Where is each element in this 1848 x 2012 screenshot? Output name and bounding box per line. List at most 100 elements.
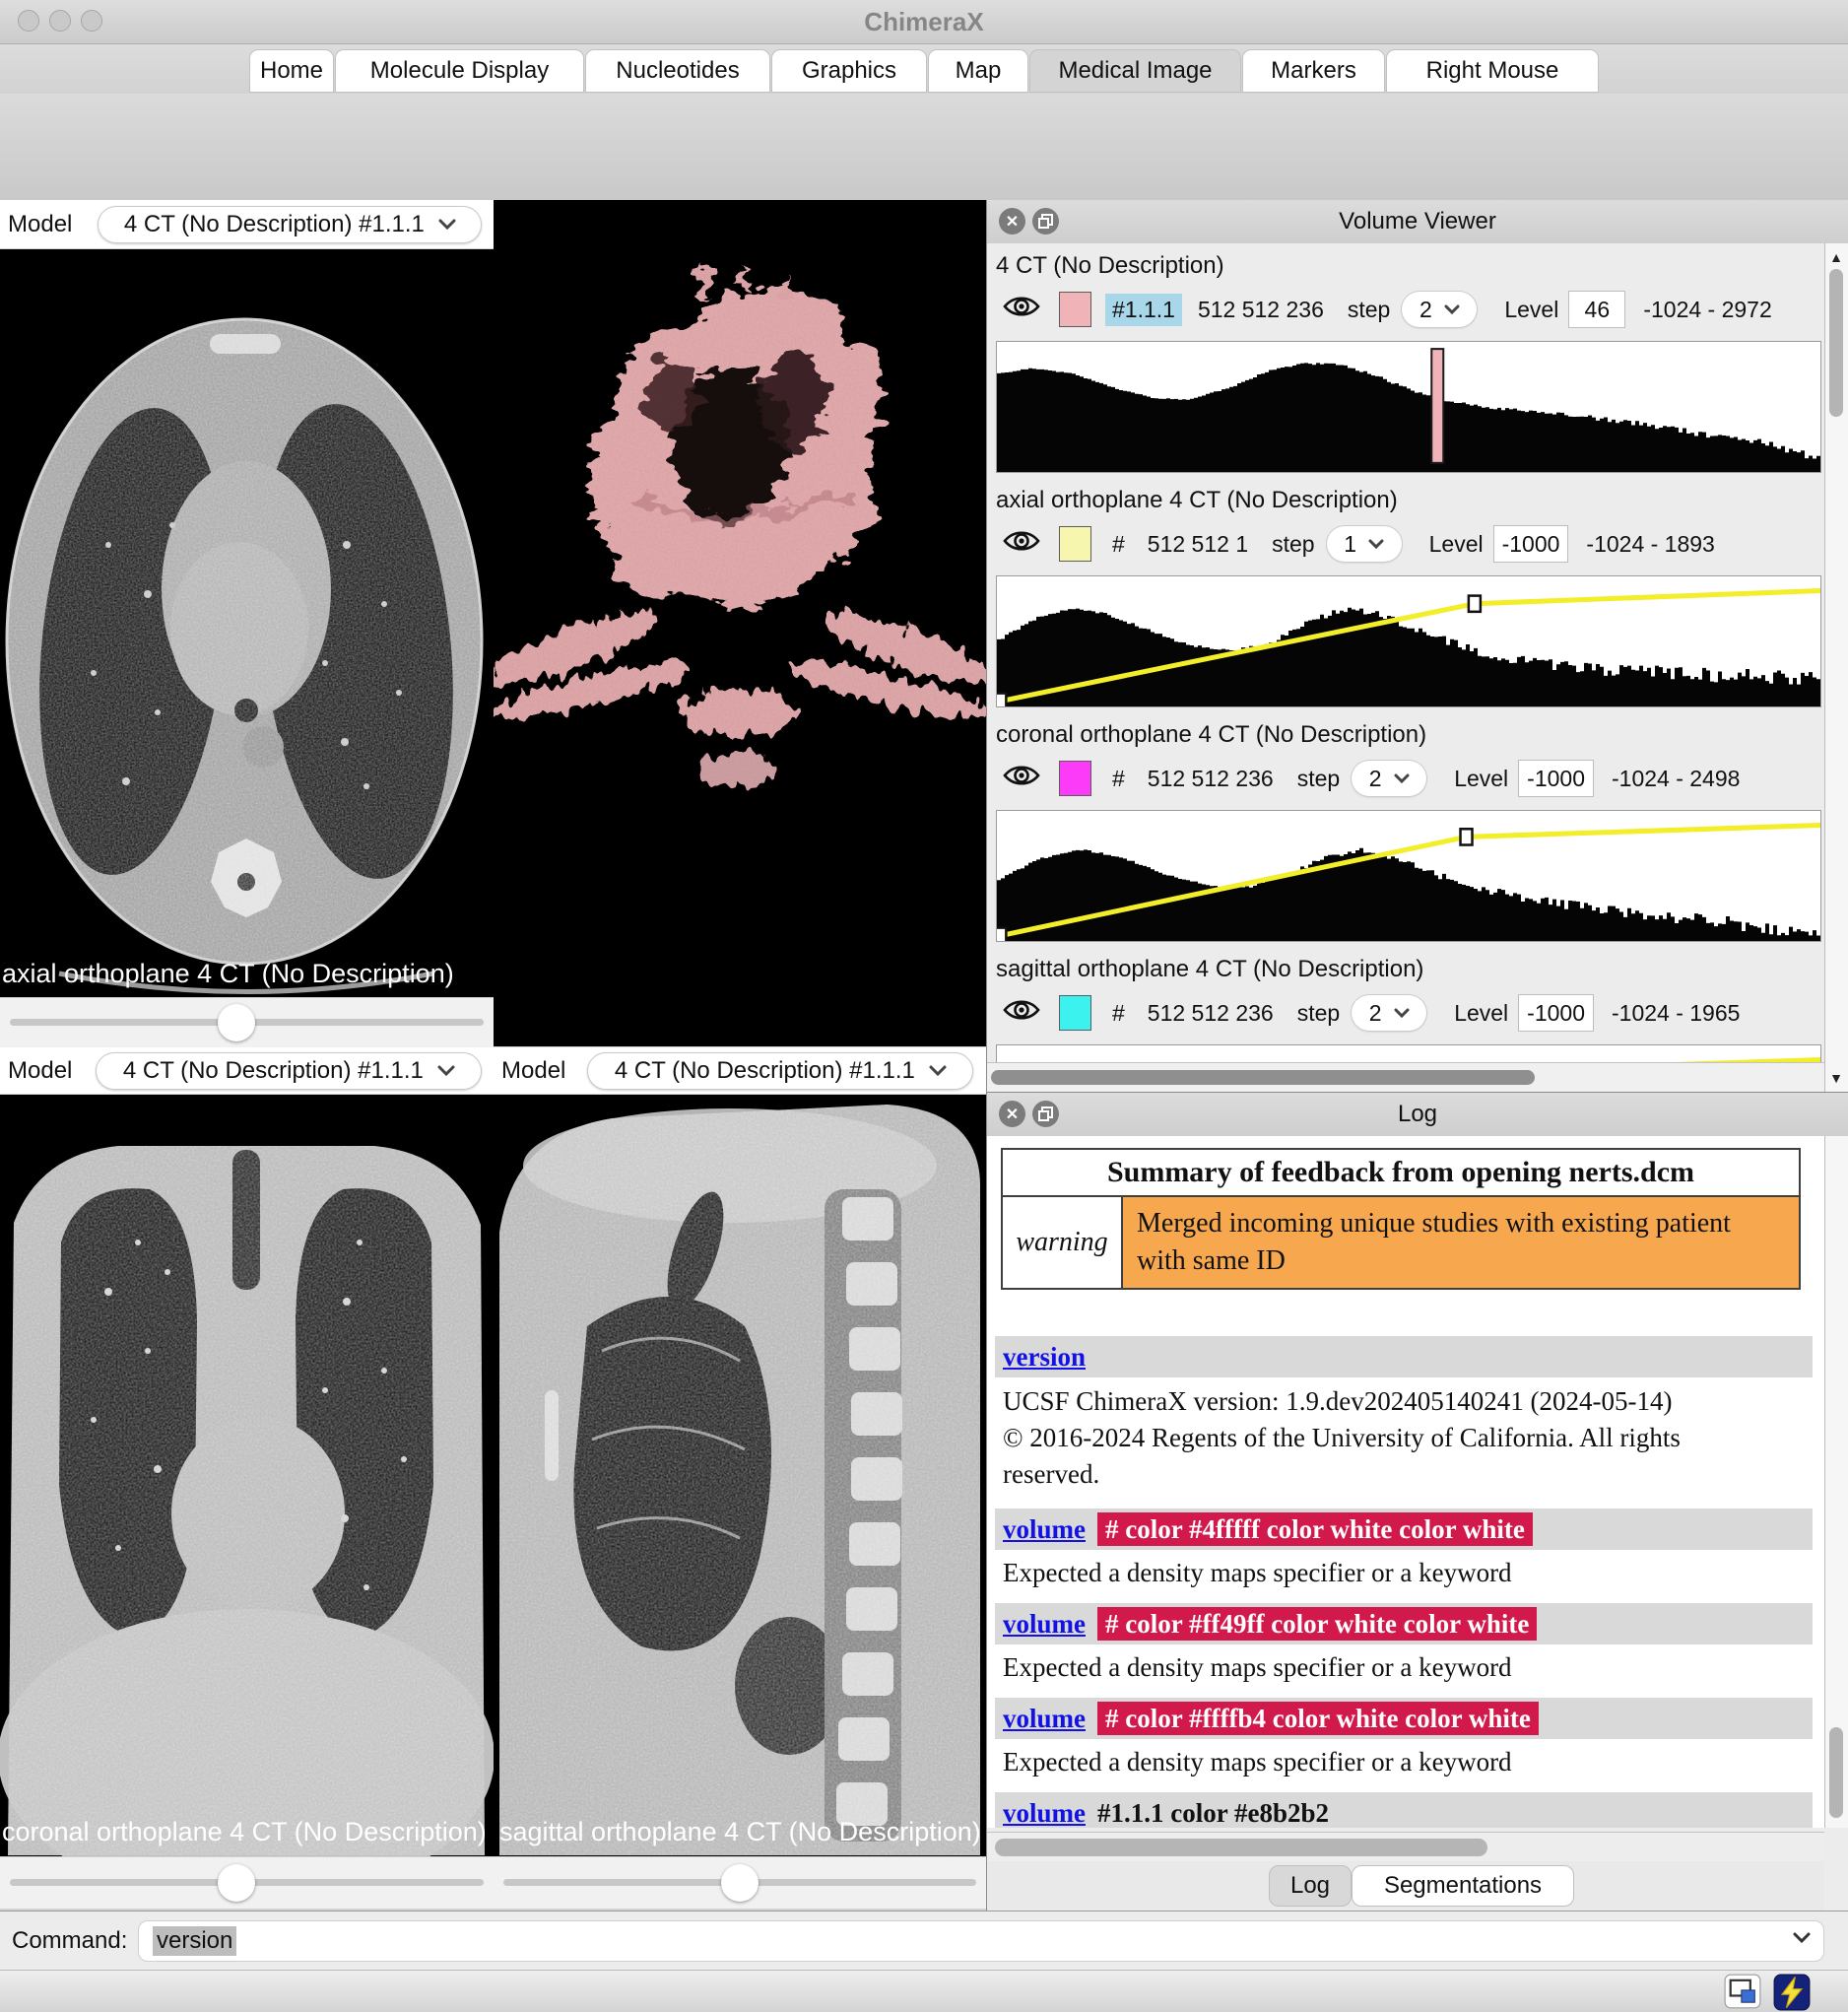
tab-markers[interactable]: Markers bbox=[1242, 49, 1385, 93]
command-help-link[interactable]: volume bbox=[1003, 1609, 1086, 1639]
screen-panels-icon[interactable] bbox=[1724, 1974, 1761, 2012]
color-swatch[interactable] bbox=[1059, 995, 1091, 1031]
panel-tab-segmentations[interactable]: Segmentations bbox=[1352, 1865, 1574, 1907]
color-swatch[interactable] bbox=[1059, 761, 1091, 796]
level-input[interactable]: -1000 bbox=[1518, 760, 1594, 797]
volume-group-controls: #512 512 236step2Level-1000-1024 - 2498 bbox=[996, 755, 1821, 802]
histogram-plot[interactable] bbox=[997, 1045, 1820, 1062]
tab-map[interactable]: Map bbox=[928, 49, 1028, 93]
coronal-slice-slider[interactable] bbox=[0, 1856, 494, 1909]
panel-tab-log[interactable]: Log bbox=[1269, 1865, 1352, 1907]
command-input[interactable]: version bbox=[138, 1920, 1824, 1962]
step-select[interactable]: 2 bbox=[1352, 995, 1426, 1031]
volume-viewer-horizontal-scrollbar[interactable] bbox=[987, 1062, 1824, 1092]
slider-thumb[interactable] bbox=[218, 1864, 255, 1902]
tab-medical-image[interactable]: Medical Image bbox=[1029, 49, 1241, 93]
ribbon-toolbar: yx» bbox=[0, 94, 1848, 201]
command-help-link[interactable]: volume bbox=[1003, 1798, 1086, 1828]
slider-thumb[interactable] bbox=[218, 1004, 255, 1041]
log-header: ✕ Log bbox=[987, 1093, 1848, 1137]
tab-right-mouse[interactable]: Right Mouse bbox=[1386, 49, 1599, 93]
step-value: 1 bbox=[1344, 531, 1356, 558]
log-horizontal-scrollbar[interactable] bbox=[987, 1832, 1824, 1861]
log-command-line: volume # color #4fffff color white color … bbox=[995, 1509, 1813, 1550]
model-id[interactable]: # bbox=[1105, 763, 1132, 795]
axial-caption: axial orthoplane 4 CT (No Description) bbox=[2, 959, 492, 989]
volume-3d-viewport[interactable] bbox=[494, 200, 986, 1046]
visibility-toggle[interactable] bbox=[1002, 293, 1041, 326]
command-arguments: #1.1.1 color #e8b2b2 bbox=[1097, 1798, 1329, 1828]
chevron-down-icon[interactable] bbox=[1792, 1931, 1812, 1944]
histogram[interactable] bbox=[996, 575, 1821, 707]
log-content[interactable]: Summary of feedback from opening nerts.d… bbox=[987, 1136, 1824, 1828]
tab-home[interactable]: Home bbox=[249, 49, 334, 93]
scrollbar-thumb[interactable] bbox=[1829, 269, 1843, 417]
scrollbar-thumb[interactable] bbox=[991, 1070, 1535, 1085]
volume-group-list: 4 CT (No Description)#1.1.1512 512 236st… bbox=[996, 248, 1821, 1062]
histogram[interactable] bbox=[996, 810, 1821, 942]
axial-viewport[interactable]: axial orthoplane 4 CT (No Description) bbox=[0, 249, 494, 997]
coronal-viewport[interactable]: coronal orthoplane 4 CT (No Description) bbox=[0, 1095, 494, 1856]
model-id[interactable]: # bbox=[1105, 997, 1132, 1030]
visibility-toggle[interactable] bbox=[1002, 762, 1041, 795]
log-panel: ✕ Log Summary of feedback from opening n… bbox=[986, 1092, 1848, 1911]
tab-nucleotides[interactable]: Nucleotides bbox=[585, 49, 770, 93]
coronal-model-row: Model 4 CT (No Description) #1.1.1 bbox=[0, 1047, 494, 1095]
command-response: Expected a density maps specifier or a k… bbox=[995, 1745, 1813, 1778]
sagittal-viewport[interactable]: sagittal orthoplane 4 CT (No Description… bbox=[494, 1095, 986, 1856]
axial-model-value: 4 CT (No Description) #1.1.1 bbox=[124, 211, 425, 238]
sagittal-model-select[interactable]: 4 CT (No Description) #1.1.1 bbox=[587, 1052, 973, 1090]
coronal-model-select[interactable]: 4 CT (No Description) #1.1.1 bbox=[96, 1052, 482, 1090]
scroll-down-icon[interactable]: ▼ bbox=[1827, 1070, 1845, 1086]
step-select[interactable]: 2 bbox=[1352, 761, 1426, 796]
axial-slice-slider[interactable] bbox=[0, 997, 494, 1047]
color-swatch[interactable] bbox=[1059, 292, 1091, 327]
command-error-highlight: # color #4fffff color white color white bbox=[1097, 1512, 1533, 1546]
color-swatch[interactable] bbox=[1059, 526, 1091, 562]
command-help-link[interactable]: volume bbox=[1003, 1514, 1086, 1544]
model-id[interactable]: # bbox=[1105, 528, 1132, 561]
log-summary-table: Summary of feedback from opening nerts.d… bbox=[1001, 1148, 1801, 1290]
eye-icon bbox=[1002, 996, 1041, 1024]
level-input[interactable]: -1000 bbox=[1493, 525, 1569, 563]
level-label: Level bbox=[1454, 1000, 1508, 1027]
axial-model-select[interactable]: 4 CT (No Description) #1.1.1 bbox=[98, 206, 482, 243]
histogram-plot[interactable] bbox=[997, 811, 1820, 941]
command-response: Expected a density maps specifier or a k… bbox=[995, 1650, 1813, 1684]
scrollbar-thumb[interactable] bbox=[995, 1839, 1487, 1856]
visibility-toggle[interactable] bbox=[1002, 996, 1041, 1030]
level-handle[interactable] bbox=[1461, 829, 1473, 844]
volume-viewer-vertical-scrollbar[interactable]: ▲ ▼ bbox=[1824, 243, 1848, 1092]
command-response: Expected a density maps specifier or a k… bbox=[995, 1556, 1813, 1589]
level-handle[interactable] bbox=[997, 928, 1006, 941]
histogram[interactable] bbox=[996, 341, 1821, 473]
scrollbar-thumb[interactable] bbox=[1829, 1727, 1843, 1818]
model-id[interactable]: #1.1.1 bbox=[1105, 294, 1182, 326]
histogram[interactable] bbox=[996, 1044, 1821, 1062]
sagittal-slice-slider[interactable] bbox=[494, 1856, 986, 1909]
volume-viewer-panel: ✕ Volume Viewer 4 CT (No Description)#1.… bbox=[986, 200, 1848, 1092]
model-label: Model bbox=[8, 1057, 72, 1085]
volume-viewer-header: ✕ Volume Viewer bbox=[987, 200, 1848, 244]
panel-title: Log bbox=[987, 1093, 1848, 1136]
log-vertical-scrollbar[interactable] bbox=[1824, 1136, 1848, 1828]
level-marker[interactable] bbox=[1431, 349, 1443, 463]
visibility-toggle[interactable] bbox=[1002, 527, 1041, 561]
status-bar bbox=[0, 1970, 1848, 2012]
level-handle[interactable] bbox=[1469, 596, 1481, 612]
slider-thumb[interactable] bbox=[721, 1864, 759, 1902]
level-input[interactable]: -1000 bbox=[1518, 994, 1594, 1032]
scroll-up-icon[interactable]: ▲ bbox=[1827, 249, 1845, 265]
quick-start-lightning-icon[interactable] bbox=[1773, 1974, 1811, 2012]
level-handle[interactable] bbox=[997, 694, 1006, 706]
tab-graphics[interactable]: Graphics bbox=[771, 49, 927, 93]
command-help-link[interactable]: version bbox=[1003, 1342, 1086, 1372]
histogram-plot[interactable] bbox=[997, 576, 1820, 706]
step-select[interactable]: 1 bbox=[1327, 526, 1402, 562]
tab-molecule-display[interactable]: Molecule Display bbox=[335, 49, 584, 93]
step-select[interactable]: 2 bbox=[1402, 292, 1477, 327]
histogram-plot[interactable] bbox=[997, 342, 1820, 472]
command-help-link[interactable]: volume bbox=[1003, 1704, 1086, 1733]
level-input[interactable]: 46 bbox=[1568, 291, 1625, 328]
volume-group-controls: #512 512 236step2Level-1000-1024 - 1965 bbox=[996, 989, 1821, 1037]
